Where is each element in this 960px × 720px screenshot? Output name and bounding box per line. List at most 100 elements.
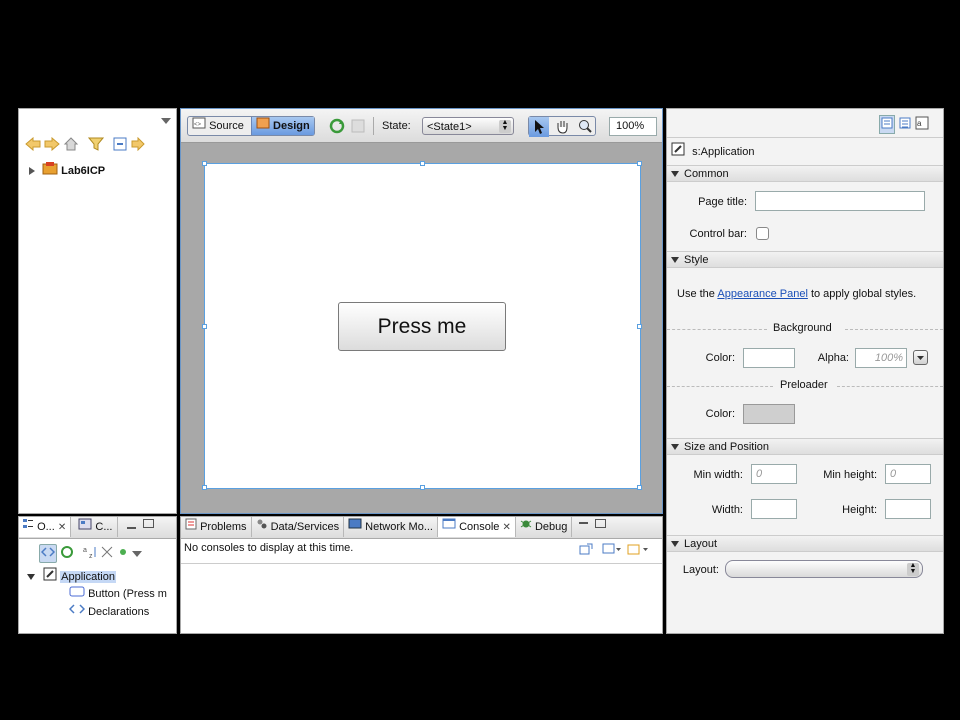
display-console-icon[interactable]	[602, 543, 622, 558]
layout-select[interactable]: ▲ ▼	[725, 560, 923, 578]
design-editor: <> Source Design State: <State1> ▲ ▼ 100%	[180, 108, 663, 514]
resize-handle-bm[interactable]	[420, 485, 425, 490]
declarations-icon	[68, 603, 86, 621]
height-label: Height:	[842, 504, 877, 516]
home-icon[interactable]	[63, 137, 79, 154]
sort-icon[interactable]: az	[83, 545, 97, 562]
min-width-input[interactable]: 0	[751, 464, 797, 484]
alpha-label: Alpha:	[817, 352, 849, 364]
svg-text:a: a	[83, 547, 87, 554]
expand-arrow-icon[interactable]	[29, 167, 35, 175]
zoom-field[interactable]: 100%	[609, 117, 657, 136]
refresh-icon[interactable]	[60, 545, 74, 562]
declarations-label: Declarations	[88, 606, 150, 618]
preloader-color-swatch[interactable]	[743, 404, 795, 424]
source-tab[interactable]: <> Source	[188, 117, 248, 135]
console-toolbar	[579, 543, 649, 558]
maximize-icon[interactable]	[142, 518, 154, 528]
select-arrows-icon: ▲ ▼	[499, 119, 511, 133]
forward-arrow-icon[interactable]	[44, 136, 60, 154]
disabled-tool-icon	[351, 118, 365, 137]
close-console-tab-icon[interactable]: ✕	[502, 522, 510, 533]
green-dot-icon[interactable]	[117, 546, 129, 561]
resize-handle-mr[interactable]	[637, 324, 642, 329]
properties-panel: a s:Application Common Page title: Contr…	[666, 108, 944, 634]
tab-problems[interactable]: Problems	[181, 517, 252, 537]
section-style[interactable]: Style	[667, 251, 943, 268]
close-tab-icon[interactable]: ✕	[58, 522, 66, 533]
resize-handle-tl[interactable]	[202, 161, 207, 166]
appearance-hint: Use the Appearance Panel to apply global…	[677, 288, 916, 300]
bg-color-swatch[interactable]	[743, 348, 795, 368]
min-height-label: Min height:	[823, 469, 877, 481]
design-tab[interactable]: Design	[250, 117, 314, 135]
back-arrow-icon[interactable]	[25, 136, 41, 154]
hand-tool-icon[interactable]	[552, 117, 572, 137]
tree-item-declarations[interactable]: Declarations	[68, 603, 150, 621]
min-height-input[interactable]: 0	[885, 464, 931, 484]
control-bar-checkbox[interactable]	[756, 227, 769, 240]
show-source-icon[interactable]	[39, 544, 57, 563]
maximize-bottom-icon[interactable]	[595, 518, 607, 528]
alpha-dropdown-icon[interactable]	[913, 350, 928, 365]
collapse-arrow-icon	[671, 257, 679, 264]
standard-view-icon[interactable]	[879, 115, 895, 134]
component-name: s:Application	[692, 145, 755, 158]
width-input[interactable]	[751, 499, 797, 519]
filter-icon[interactable]	[88, 137, 105, 154]
source-label: Source	[209, 120, 244, 132]
alphabetical-view-icon[interactable]: a	[915, 116, 929, 133]
console-panel: Problems Data/Services Network Mo... Con…	[180, 516, 663, 634]
tab-data-services-label: Data/Services	[270, 521, 340, 533]
hide-fields-icon[interactable]	[100, 545, 114, 562]
tab-outline[interactable]: O... ✕	[19, 517, 72, 537]
select-arrows-icon: ▲ ▼	[907, 562, 919, 576]
console-icon	[442, 517, 456, 537]
application-icon	[671, 142, 685, 162]
category-view-icon[interactable]	[898, 116, 912, 133]
state-select[interactable]: <State1> ▲ ▼	[422, 117, 514, 135]
section-common[interactable]: Common	[667, 165, 943, 182]
press-me-button[interactable]: Press me	[338, 302, 506, 351]
preloader-color-label: Color:	[705, 408, 735, 420]
resize-handle-br[interactable]	[637, 485, 642, 490]
editor-toolbar: <> Source Design State: <State1> ▲ ▼ 100%	[181, 109, 662, 143]
zoom-tool-icon[interactable]	[575, 117, 595, 137]
tree-item-application[interactable]: Application	[27, 567, 116, 585]
refresh-design-icon[interactable]	[329, 118, 345, 137]
resize-handle-tm[interactable]	[420, 161, 425, 166]
pin-console-icon[interactable]	[579, 543, 593, 558]
tab-components[interactable]: C...	[74, 517, 118, 537]
min-width-value: 0	[756, 468, 763, 480]
page-title-input[interactable]	[755, 191, 925, 211]
section-layout[interactable]: Layout	[667, 535, 943, 552]
package-explorer-panel: Lab6ICP	[18, 108, 177, 514]
tree-item-button[interactable]: Button (Press m	[69, 585, 167, 603]
tab-network-monitor[interactable]: Network Mo...	[344, 517, 438, 537]
view-menu-icon[interactable]	[161, 115, 171, 127]
svg-text:z: z	[89, 553, 93, 559]
control-bar-label: Control bar:	[689, 228, 747, 240]
tab-data-services[interactable]: Data/Services	[252, 517, 345, 537]
select-tool-icon[interactable]	[529, 117, 549, 137]
section-size-label: Size and Position	[684, 441, 769, 453]
tree-item-project[interactable]: Lab6ICP	[29, 161, 105, 179]
resize-handle-bl[interactable]	[202, 485, 207, 490]
appearance-panel-link[interactable]: Appearance Panel	[717, 288, 808, 300]
height-input[interactable]	[885, 499, 931, 519]
alpha-input[interactable]: 100%	[855, 348, 907, 368]
tab-console[interactable]: Console ✕	[438, 517, 516, 537]
tab-debug[interactable]: Debug	[516, 517, 573, 537]
resize-handle-ml[interactable]	[202, 324, 207, 329]
resize-handle-tr[interactable]	[637, 161, 642, 166]
section-size-position[interactable]: Size and Position	[667, 438, 943, 455]
minimize-icon[interactable]	[126, 527, 136, 530]
design-canvas[interactable]: Press me	[202, 161, 642, 490]
minimize-bottom-icon[interactable]	[579, 522, 589, 525]
link-editor-icon[interactable]	[130, 136, 146, 154]
source-design-toggle: <> Source Design	[187, 116, 315, 136]
outline-menu-icon[interactable]	[132, 548, 143, 560]
collapse-all-icon[interactable]	[113, 137, 127, 154]
collapse-arrow-icon[interactable]	[27, 574, 35, 580]
open-console-icon[interactable]	[627, 543, 649, 558]
